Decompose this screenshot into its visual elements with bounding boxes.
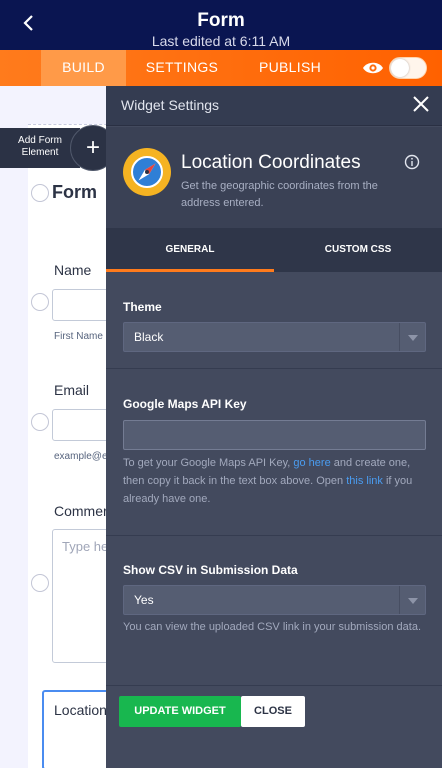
theme-select[interactable]: Black — [123, 322, 426, 352]
api-key-help: To get your Google Maps API Key, go here… — [123, 457, 413, 505]
comments-placeholder: Type he — [62, 539, 106, 554]
csv-label: Show CSV in Submission Data — [123, 563, 298, 577]
check-icon — [31, 184, 49, 202]
last-edited-text: Last edited at 6:11 AM — [151, 33, 291, 49]
go-here-link[interactable]: go here — [293, 457, 330, 469]
page-title: Form — [197, 10, 245, 31]
toggle-knob — [391, 59, 409, 77]
api-key-input[interactable] — [123, 420, 426, 450]
panel-title: Widget Settings — [121, 97, 220, 113]
close-button[interactable]: CLOSE — [241, 696, 305, 727]
add-element-label: Add Form Element — [18, 135, 62, 158]
app-header: Form Last edited at 6:11 AM — [0, 0, 442, 50]
add-form-element-button[interactable]: Add Form Element — [0, 128, 80, 168]
chevron-down-icon — [399, 586, 425, 614]
update-widget-button[interactable]: UPDATE WIDGET — [119, 696, 241, 727]
tab-general[interactable]: GENERAL — [106, 228, 274, 272]
theme-label: Theme — [123, 300, 162, 314]
form-preview-area: Form Name First Name Email example@e Com… — [0, 86, 106, 768]
preview-toggle[interactable] — [389, 57, 427, 79]
email-label[interactable]: Email — [54, 382, 89, 398]
widget-info: Location Coordinates Get the geographic … — [106, 127, 442, 228]
close-icon[interactable] — [412, 95, 430, 113]
name-label[interactable]: Name — [54, 262, 91, 278]
check-icon — [31, 413, 49, 431]
form-title[interactable]: Form — [52, 182, 97, 203]
check-icon — [31, 293, 49, 311]
tab-publish[interactable]: PUBLISH — [252, 50, 328, 86]
csv-select[interactable]: Yes — [123, 585, 426, 615]
csv-value: Yes — [134, 593, 154, 607]
csv-help: You can view the uploaded CSV link in yo… — [123, 621, 421, 633]
widget-description: Get the geographic coordinates from the … — [181, 180, 378, 209]
csv-section: Show CSV in Submission Data Yes You can … — [106, 536, 442, 686]
compass-icon — [123, 148, 171, 196]
tab-custom-css[interactable]: CUSTOM CSS — [274, 228, 442, 272]
tab-build[interactable]: BUILD — [41, 50, 126, 86]
tab-settings[interactable]: SETTINGS — [142, 50, 222, 86]
api-key-section: Google Maps API Key To get your Google M… — [106, 369, 442, 536]
comments-label[interactable]: Commer — [54, 503, 106, 519]
panel-header: Widget Settings — [106, 86, 442, 126]
name-input[interactable] — [52, 289, 106, 321]
panel-tabs: GENERAL CUSTOM CSS — [106, 228, 442, 272]
chevron-down-icon — [399, 323, 425, 351]
theme-value: Black — [134, 330, 164, 344]
widget-name: Location Coordinates — [181, 152, 361, 173]
form-card — [28, 124, 106, 768]
api-key-label: Google Maps API Key — [123, 397, 247, 411]
this-link[interactable]: this link — [346, 475, 383, 487]
location-label: Location — [54, 702, 106, 718]
email-input[interactable] — [52, 409, 106, 441]
email-sublabel: example@e — [54, 451, 106, 462]
info-icon[interactable] — [404, 154, 420, 170]
preview-eye-icon[interactable] — [362, 60, 384, 76]
widget-settings-panel: Widget Settings Location Coordinates Get… — [106, 86, 442, 768]
first-name-sublabel: First Name — [54, 331, 103, 342]
theme-section: Theme Black — [106, 272, 442, 369]
check-icon — [31, 574, 49, 592]
